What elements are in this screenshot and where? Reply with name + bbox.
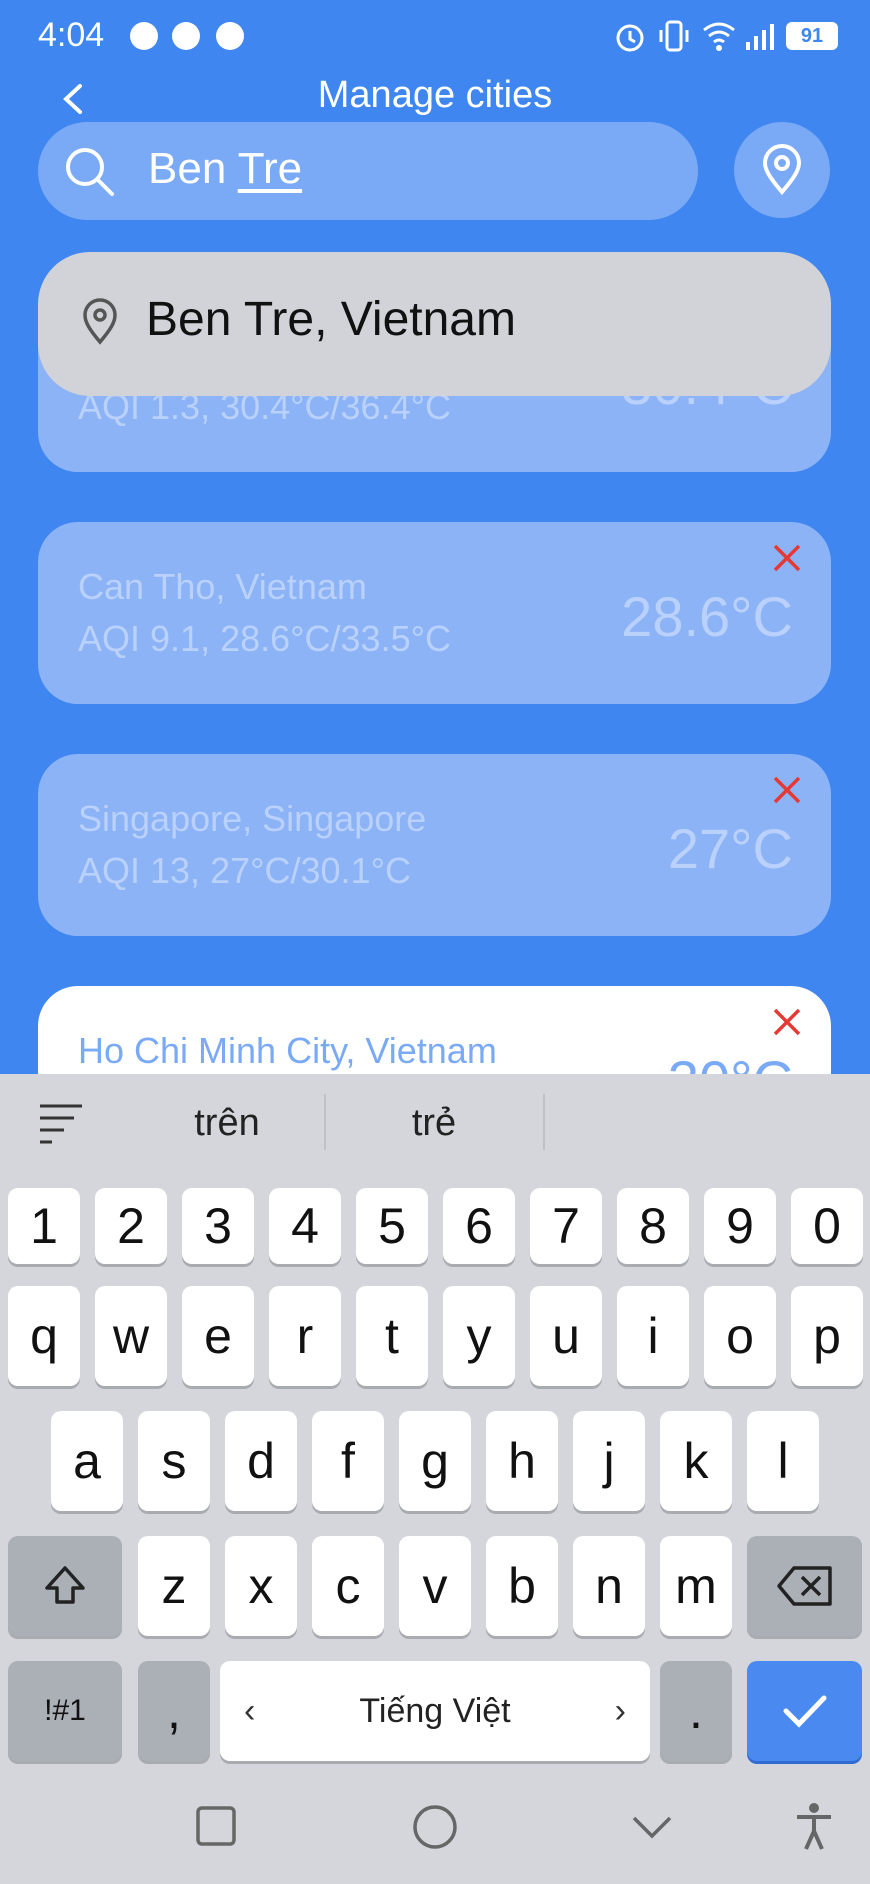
city-info: AQI 13, 27°C/30.1°C [78,850,411,891]
keyboard-suggestion-strip: trên trẻ [0,1074,870,1174]
space-key[interactable]: ‹ Tiếng Việt › [220,1661,650,1761]
symbols-key[interactable]: !#1 [8,1661,122,1761]
key-h[interactable]: h [486,1411,558,1511]
key-l[interactable]: l [747,1411,819,1511]
keyboard: trên trẻ 1 2 3 4 5 6 7 8 9 0 q w e r t y… [0,1074,870,1778]
search-query: Ben Tre [148,144,302,194]
key-1[interactable]: 1 [8,1188,80,1264]
key-a[interactable]: a [51,1411,123,1511]
key-q[interactable]: q [8,1286,80,1386]
check-icon [783,1695,826,1728]
hide-keyboard-icon[interactable] [630,1812,674,1842]
menu-icon[interactable] [38,1102,84,1144]
message-notification-icon [130,22,158,50]
key-m[interactable]: m [660,1536,732,1636]
vibrate-icon [659,20,689,52]
signal-icon [746,24,774,50]
period-key[interactable]: . [660,1661,732,1761]
key-t[interactable]: t [356,1286,428,1386]
key-9[interactable]: 9 [704,1188,776,1264]
key-d[interactable]: d [225,1411,297,1511]
status-time: 4:04 [38,16,105,54]
system-nav-bar [0,1778,870,1884]
keyboard-suggestion[interactable]: trên [127,1102,327,1145]
locate-button[interactable] [734,122,830,218]
recents-icon[interactable] [196,1806,236,1846]
search-query-composing: Tre [237,144,303,193]
key-o[interactable]: o [704,1286,776,1386]
page-title: Manage cities [317,74,553,116]
search-input[interactable]: Ben Tre [38,122,698,220]
key-x[interactable]: x [225,1536,297,1636]
search-icon [66,148,114,196]
key-r[interactable]: r [269,1286,341,1386]
key-3[interactable]: 3 [182,1188,254,1264]
wifi-icon [703,22,735,51]
key-b[interactable]: b [486,1536,558,1636]
key-z[interactable]: z [138,1536,210,1636]
backspace-icon [776,1566,832,1606]
battery-level: 91 [800,25,824,47]
shift-key[interactable] [8,1536,122,1636]
key-5[interactable]: 5 [356,1188,428,1264]
location-pin-icon [83,298,117,345]
key-y[interactable]: y [443,1286,515,1386]
city-card[interactable]: Singapore, Singapore AQI 13, 27°C/30.1°C… [38,754,831,936]
key-7[interactable]: 7 [530,1188,602,1264]
search-suggestion-item[interactable]: Ben Tre, Vietnam [38,252,831,396]
chevron-left-icon: ‹ [244,1691,256,1730]
shift-icon [45,1566,85,1604]
key-u[interactable]: u [530,1286,602,1386]
chevron-right-icon: › [614,1691,626,1730]
divider [324,1094,326,1150]
key-j[interactable]: j [573,1411,645,1511]
city-name: Can Tho, Vietnam [78,566,367,607]
close-icon[interactable] [769,1004,805,1040]
city-name: Ho Chi Minh City, Vietnam [78,1030,497,1071]
done-key[interactable] [747,1661,862,1761]
home-icon[interactable] [412,1804,458,1850]
city-name: Singapore, Singapore [78,798,427,839]
keyboard-suggestion[interactable]: trẻ [334,1102,534,1145]
close-icon[interactable] [769,540,805,576]
key-f[interactable]: f [312,1411,384,1511]
key-k[interactable]: k [660,1411,732,1511]
search-query-prefix: Ben [148,144,238,193]
alarm-icon [616,24,644,52]
key-2[interactable]: 2 [95,1188,167,1264]
key-p[interactable]: p [791,1286,863,1386]
city-info: AQI 9.1, 28.6°C/33.5°C [78,618,451,659]
city-temp: 28.6°C [621,585,793,648]
close-icon[interactable] [769,772,805,808]
key-e[interactable]: e [182,1286,254,1386]
battery-indicator: 91 [786,22,838,50]
accessibility-icon[interactable] [794,1802,834,1852]
space-label: Tiếng Việt [359,1691,511,1730]
app-notification-icon [172,22,200,50]
status-bar: 4:04 91 [0,0,870,72]
key-6[interactable]: 6 [443,1188,515,1264]
key-g[interactable]: g [399,1411,471,1511]
key-8[interactable]: 8 [617,1188,689,1264]
suggestion-label: Ben Tre, Vietnam [146,293,516,346]
key-c[interactable]: c [312,1536,384,1636]
comma-key[interactable]: , [138,1661,210,1761]
key-w[interactable]: w [95,1286,167,1386]
key-n[interactable]: n [573,1536,645,1636]
assistant-notification-icon [216,22,244,50]
city-temp: 27°C [667,817,793,880]
city-card[interactable]: Can Tho, Vietnam AQI 9.1, 28.6°C/33.5°C … [38,522,831,704]
backspace-key[interactable] [747,1536,862,1636]
key-v[interactable]: v [399,1536,471,1636]
divider [543,1094,545,1150]
key-0[interactable]: 0 [791,1188,863,1264]
key-s[interactable]: s [138,1411,210,1511]
key-i[interactable]: i [617,1286,689,1386]
key-4[interactable]: 4 [269,1188,341,1264]
location-pin-icon [762,144,802,196]
